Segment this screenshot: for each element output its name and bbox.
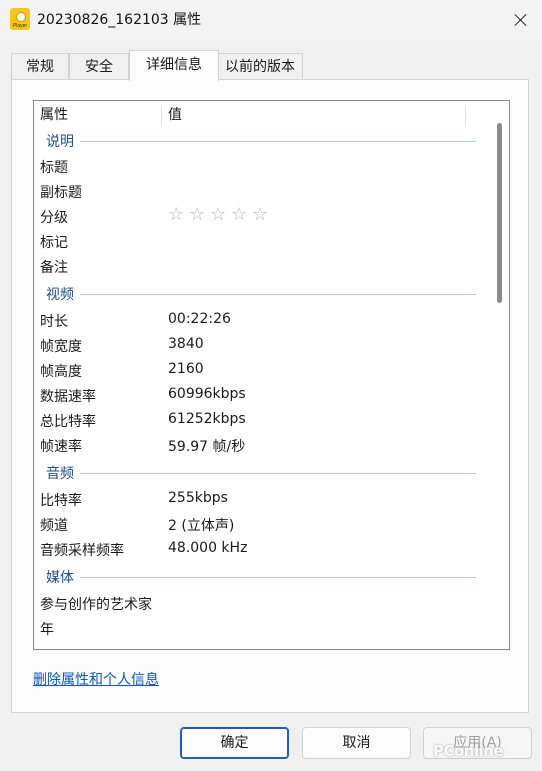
- group-description[interactable]: 说明: [46, 131, 74, 151]
- row-label: 总比特率: [40, 414, 96, 430]
- group-media[interactable]: 媒体: [46, 567, 74, 587]
- group-divider: [80, 473, 476, 474]
- group-divider: [80, 141, 476, 142]
- row-label: 数据速率: [40, 389, 96, 405]
- row-value: 59.97 帧/秒: [168, 439, 246, 455]
- remove-properties-link[interactable]: 删除属性和个人信息: [33, 669, 159, 689]
- star-icon[interactable]: ☆: [231, 204, 247, 225]
- row-value: 2 (立体声): [168, 518, 235, 534]
- group-divider: [80, 577, 476, 578]
- group-audio[interactable]: 音频: [46, 463, 74, 483]
- row-label: 备注: [40, 260, 68, 276]
- row-label: 标题: [40, 160, 68, 176]
- star-icon[interactable]: ☆: [210, 204, 226, 225]
- row-label: 参与创作的艺术家: [40, 597, 152, 613]
- row-value: 3840: [168, 336, 204, 352]
- row-value: 2160: [168, 361, 204, 377]
- tab-details[interactable]: 详细信息: [129, 50, 219, 81]
- tab-general[interactable]: 常规: [11, 53, 69, 80]
- row-value: 48.000 kHz: [168, 540, 248, 556]
- row-label: 帧高度: [40, 364, 82, 380]
- row-label: 副标题: [40, 185, 82, 201]
- row-value: 255kbps: [168, 490, 228, 506]
- watermark-logo: PConline: [433, 742, 504, 760]
- row-value: 61252kbps: [168, 411, 246, 427]
- app-icon-label: Player: [12, 23, 28, 29]
- star-icon[interactable]: ☆: [252, 204, 268, 225]
- tab-security[interactable]: 安全: [69, 53, 129, 80]
- close-icon[interactable]: [502, 6, 538, 34]
- star-icon[interactable]: ☆: [189, 204, 205, 225]
- cancel-button[interactable]: 取消: [302, 727, 411, 759]
- row-label: 帧速率: [40, 439, 82, 455]
- star-icon[interactable]: ☆: [168, 204, 184, 225]
- row-label: 年: [40, 622, 54, 638]
- column-header-property[interactable]: 属性: [40, 101, 68, 129]
- row-label: 频道: [40, 518, 68, 534]
- column-header-value[interactable]: 值: [168, 101, 182, 129]
- app-icon: Player: [10, 8, 30, 30]
- scrollbar-thumb[interactable]: [497, 123, 502, 303]
- row-label: 时长: [40, 314, 68, 330]
- column-divider[interactable]: [161, 105, 162, 127]
- row-label: 比特率: [40, 493, 82, 509]
- row-label: 音频采样频率: [40, 543, 124, 559]
- column-divider[interactable]: [465, 105, 466, 127]
- details-panel: 属性 值 说明 标题 副标题 分级 ☆ ☆ ☆ ☆ ☆ 标记 备注 视频 时长 …: [11, 79, 529, 713]
- window-title: 20230826_162103 属性: [37, 12, 202, 28]
- ok-button[interactable]: 确定: [180, 727, 289, 759]
- title-bar: Player 20230826_162103 属性: [0, 0, 542, 40]
- row-value: 60996kbps: [168, 386, 246, 402]
- row-label: 标记: [40, 235, 68, 251]
- row-value: 00:22:26: [168, 311, 231, 327]
- property-list[interactable]: 属性 值 说明 标题 副标题 分级 ☆ ☆ ☆ ☆ ☆ 标记 备注 视频 时长 …: [33, 100, 510, 650]
- group-divider: [80, 294, 476, 295]
- row-label: 分级: [40, 210, 68, 226]
- row-label: 帧宽度: [40, 339, 82, 355]
- tab-previous-versions[interactable]: 以前的版本: [217, 53, 303, 80]
- group-video[interactable]: 视频: [46, 284, 74, 304]
